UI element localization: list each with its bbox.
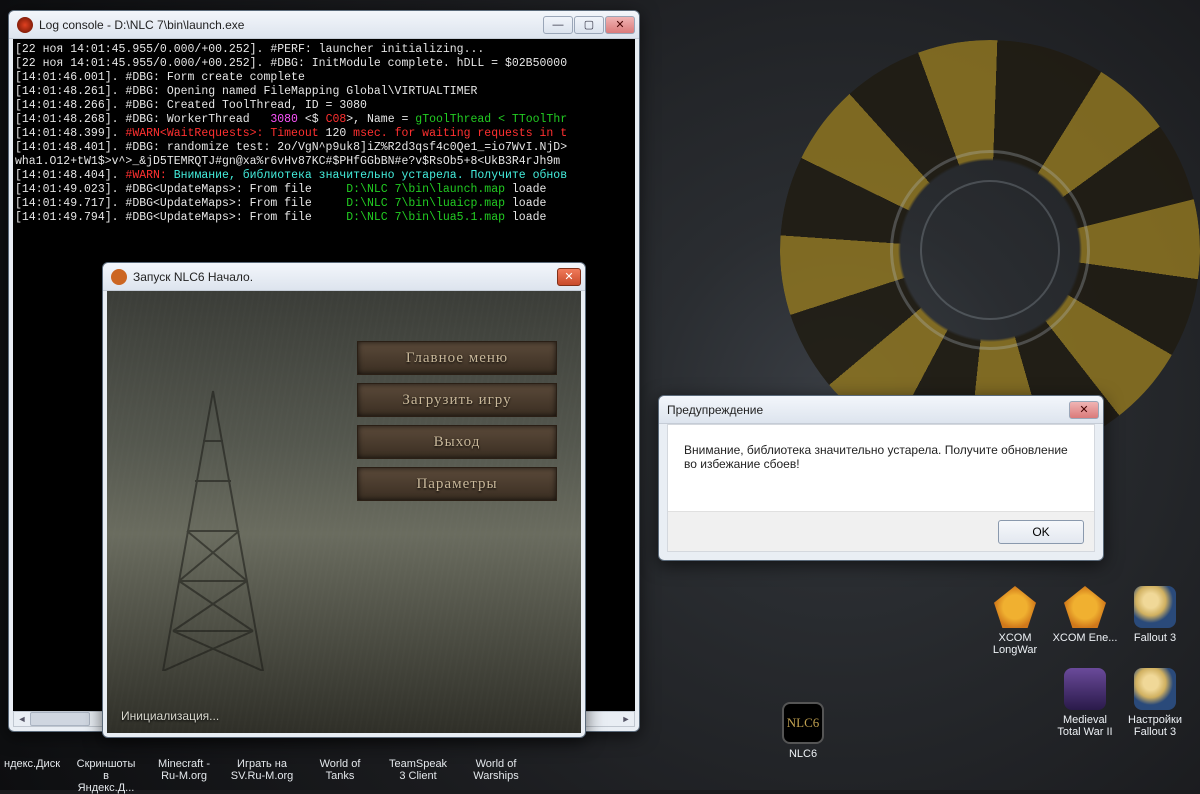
launcher-menu-item-2[interactable]: Выход — [357, 425, 557, 459]
app-icon — [1134, 668, 1176, 710]
warning-title: Предупреждение — [667, 403, 1069, 417]
desktop-icon-4[interactable]: Medieval Total War II — [1050, 668, 1120, 746]
launcher-menu-item-3[interactable]: Параметры — [357, 467, 557, 501]
scroll-right-arrow-icon[interactable]: ► — [618, 712, 634, 726]
console-icon — [17, 17, 33, 33]
launcher-status-text: Инициализация... — [121, 709, 219, 723]
taskbar-item-2[interactable]: Minecraft - Ru-M.org — [152, 758, 216, 782]
taskbar-item-5[interactable]: TeamSpeak 3 Client — [386, 758, 450, 782]
app-icon — [1064, 668, 1106, 710]
app-icon — [994, 586, 1036, 628]
warning-body: Внимание, библиотека значительно устарел… — [667, 424, 1095, 552]
desktop-icon-label: Fallout 3 — [1134, 632, 1176, 644]
game-launcher-window: Запуск NLC6 Начало. ✕ Главное меню Загруз… — [102, 262, 586, 738]
launcher-menu-item-0[interactable]: Главное меню — [357, 341, 557, 375]
desktop-icon-label: XCOM Ene... — [1053, 632, 1118, 644]
launcher-menu-item-1[interactable]: Загрузить игру — [357, 383, 557, 417]
taskbar-item-3[interactable]: Играть на SV.Ru-M.org — [230, 758, 294, 782]
app-icon — [1064, 586, 1106, 628]
taskbar: ндекс.ДискСкриншоты в Яндекс.Д...Minecra… — [0, 756, 1200, 790]
scroll-thumb[interactable] — [30, 712, 90, 726]
taskbar-item-1[interactable]: Скриншоты в Яндекс.Д... — [74, 758, 138, 794]
app-icon — [1134, 586, 1176, 628]
taskbar-item-6[interactable]: World of Warships — [464, 758, 528, 782]
console-titlebar[interactable]: Log console - D:\NLC 7\bin\launch.exe — … — [9, 11, 639, 39]
launcher-titlebar[interactable]: Запуск NLC6 Начало. ✕ — [103, 263, 585, 291]
desktop-icon-label: Medieval Total War II — [1050, 714, 1120, 738]
taskbar-item-0[interactable]: ндекс.Диск — [4, 758, 60, 770]
warning-dialog: Предупреждение ✕ Внимание, библиотека зн… — [658, 395, 1104, 561]
launcher-menu: Главное меню Загрузить игру Выход Параметры — [357, 341, 557, 501]
launcher-body: Главное меню Загрузить игру Выход Параметры… — [107, 291, 581, 733]
console-title: Log console - D:\NLC 7\bin\launch.exe — [39, 18, 543, 32]
console-maximize-button[interactable]: ▢ — [574, 16, 604, 34]
warning-close-button[interactable]: ✕ — [1069, 401, 1099, 419]
console-minimize-button[interactable]: — — [543, 16, 573, 34]
warning-message-text: Внимание, библиотека значительно устарел… — [668, 425, 1094, 511]
desktop-icon-2[interactable]: XCOM LongWar — [980, 586, 1050, 664]
launcher-icon — [111, 269, 127, 285]
warning-titlebar[interactable]: Предупреждение ✕ — [659, 396, 1103, 424]
nlc6-icon: NLC6 — [782, 702, 824, 744]
desktop-icon-label: XCOM LongWar — [980, 632, 1050, 656]
desktop-icon-0[interactable]: Fallout 3 — [1120, 586, 1190, 664]
desktop-icon-label: Настройки Fallout 3 — [1120, 714, 1190, 738]
desktop-icon-1[interactable]: XCOM Ene... — [1050, 586, 1120, 664]
scroll-left-arrow-icon[interactable]: ◄ — [14, 712, 30, 726]
desktop-icons-area: Fallout 3 XCOM Ene...XCOM LongWar Настройк… — [980, 586, 1190, 746]
desktop-icon-3[interactable]: Настройки Fallout 3 — [1120, 668, 1190, 746]
warning-ok-button[interactable]: OK — [998, 520, 1084, 544]
launcher-art-tower — [143, 371, 283, 671]
taskbar-item-4[interactable]: World of Tanks — [308, 758, 372, 782]
desktop-icon-nlc6[interactable]: NLC6 NLC6 — [782, 702, 824, 760]
launcher-title: Запуск NLC6 Начало. — [133, 270, 557, 284]
warning-button-row: OK — [668, 511, 1094, 551]
console-close-button[interactable]: ✕ — [605, 16, 635, 34]
launcher-close-button[interactable]: ✕ — [557, 268, 581, 286]
